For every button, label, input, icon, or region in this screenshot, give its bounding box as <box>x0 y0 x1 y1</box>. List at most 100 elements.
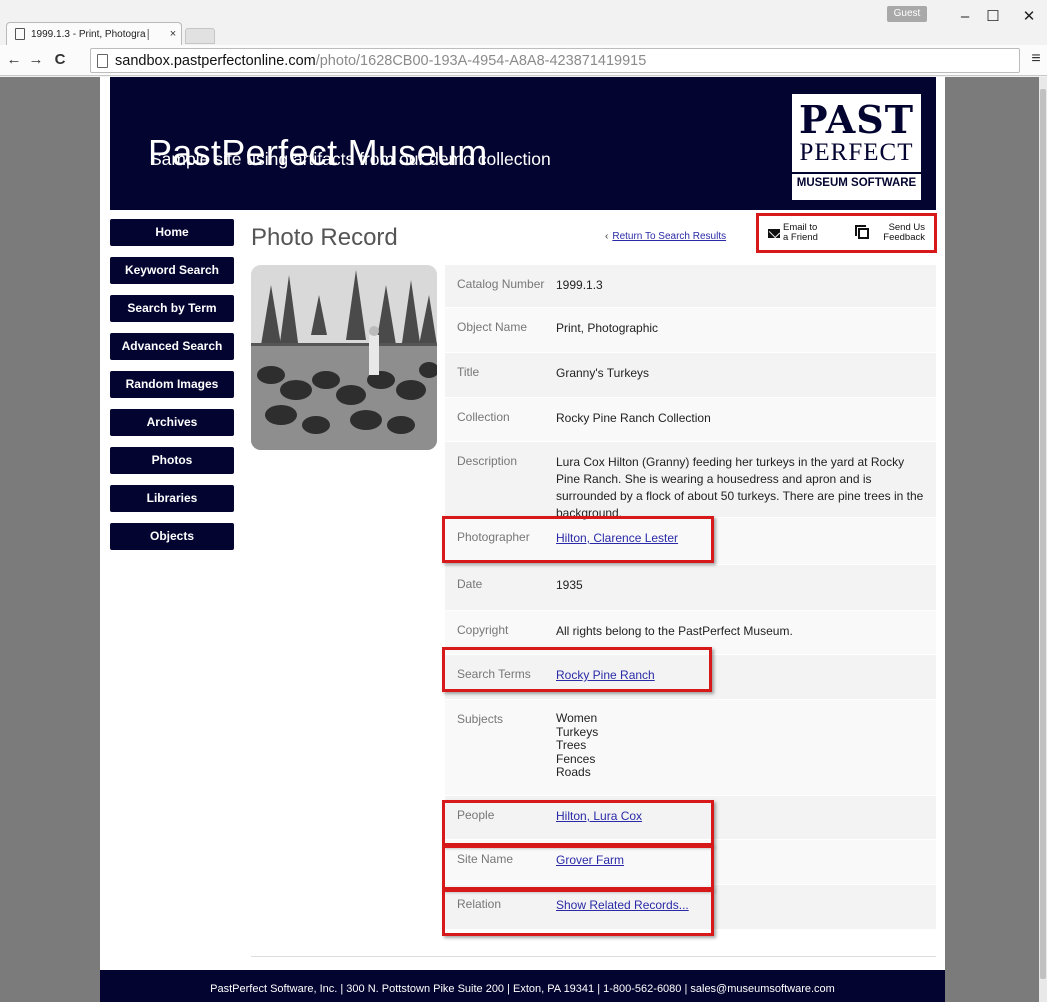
row-label: People <box>457 808 495 822</box>
row-label: Site Name <box>457 852 514 866</box>
email-friend-button[interactable]: Email to a Friend <box>768 223 825 243</box>
row-label: Description <box>457 454 518 468</box>
related-records-link[interactable]: Show Related Records... <box>556 898 689 912</box>
share-actions: Email to a Friend Send Us Feedback <box>756 213 937 253</box>
row-value: Grover Farm <box>556 840 936 884</box>
search-term-link[interactable]: Rocky Pine Ranch <box>556 668 655 682</box>
profile-badge[interactable]: Guest <box>887 6 927 22</box>
forward-icon[interactable]: → <box>26 49 46 71</box>
subject-item: Trees <box>556 738 587 752</box>
row-label: Collection <box>457 410 510 424</box>
page-viewport: PastPerfect Museum Sample site using art… <box>0 77 1047 1002</box>
nav-search-by-term[interactable]: Search by Term <box>110 295 234 322</box>
nav-objects[interactable]: Objects <box>110 523 234 550</box>
row-value: All rights belong to the PastPerfect Mus… <box>556 624 793 638</box>
nav-advanced-search[interactable]: Advanced Search <box>110 333 234 360</box>
subject-item: Women <box>556 711 598 725</box>
record-table: Catalog Number 1999.1.3 Object Name Prin… <box>445 265 936 930</box>
feedback-button[interactable]: Send Us Feedback <box>855 222 925 243</box>
site-name-link[interactable]: Grover Farm <box>556 853 624 867</box>
envelope-icon <box>768 228 780 238</box>
content-divider <box>251 956 936 957</box>
address-bar[interactable]: sandbox.pastperfectonline.com/photo/1628… <box>90 48 1020 73</box>
new-tab-button[interactable] <box>185 28 215 44</box>
page-container: PastPerfect Museum Sample site using art… <box>100 77 945 1002</box>
url-path: /photo/1628CB00-193A-4954-A8A8-423871419… <box>315 52 647 69</box>
row-collection: Collection Rocky Pine Ranch Collection <box>445 398 936 442</box>
record-photo[interactable] <box>251 265 437 450</box>
row-value: Hilton, Lura Cox <box>556 796 936 839</box>
row-subjects: Subjects Women Turkeys Trees Fences Road… <box>445 700 936 796</box>
feedback-icon <box>855 224 869 239</box>
site-header: PastPerfect Museum Sample site using art… <box>110 77 936 210</box>
row-value: 1999.1.3 <box>556 278 603 292</box>
logo-line-past: PAST <box>798 97 914 142</box>
browser-menu-icon[interactable]: ≡ <box>1029 51 1043 67</box>
row-value: Show Related Records... <box>556 885 936 929</box>
back-icon[interactable]: ← <box>4 49 24 71</box>
nav-photos[interactable]: Photos <box>110 447 234 474</box>
row-value: Hilton, Clarence Lester <box>556 518 936 564</box>
tab-title: 1999.1.3 - Print, Photogra│ <box>31 28 152 40</box>
footer-text: PastPerfect Software, Inc. | 300 N. Pott… <box>210 983 835 995</box>
row-label: Date <box>457 577 483 591</box>
logo-line-perfect: PERFECT <box>799 139 914 166</box>
row-search-terms: Search Terms Rocky Pine Ranch <box>445 655 936 700</box>
row-label: Relation <box>457 897 502 911</box>
scrollbar-thumb[interactable] <box>1040 89 1046 979</box>
site-footer: PastPerfect Software, Inc. | 300 N. Pott… <box>100 970 945 1002</box>
row-value: Rocky Pine Ranch <box>556 655 936 699</box>
url-host: sandbox.pastperfectonline.com <box>115 52 316 69</box>
close-window-icon[interactable]: ✕ <box>1017 6 1041 28</box>
left-navigation: Home Keyword Search Search by Term Advan… <box>110 219 234 561</box>
logo-line-museum-software: MUSEUM SOFTWARE <box>792 172 921 189</box>
chevron-left-icon: ‹ <box>605 231 609 242</box>
row-people: People Hilton, Lura Cox <box>445 796 936 840</box>
minimize-icon[interactable]: – <box>953 6 977 28</box>
photographer-link[interactable]: Hilton, Clarence Lester <box>556 531 678 545</box>
subject-item: Roads <box>556 765 591 779</box>
turkeys-photo-image <box>251 265 437 450</box>
row-value: Print, Photographic <box>556 321 659 335</box>
nav-archives[interactable]: Archives <box>110 409 234 436</box>
site-subtitle: Sample site using artifacts from our dem… <box>150 149 551 170</box>
nav-random-images[interactable]: Random Images <box>110 371 234 398</box>
nav-libraries[interactable]: Libraries <box>110 485 234 512</box>
subject-item: Fences <box>556 751 596 766</box>
row-value: Lura Cox Hilton (Granny) feeding her tur… <box>556 455 924 520</box>
browser-tab[interactable]: 1999.1.3 - Print, Photogra│ × <box>6 22 182 45</box>
email-friend-label: Email to a Friend <box>783 222 818 243</box>
row-photographer: Photographer Hilton, Clarence Lester <box>445 518 936 565</box>
people-link[interactable]: Hilton, Lura Cox <box>556 809 642 823</box>
row-date: Date 1935 <box>445 565 936 611</box>
row-title: Title Granny's Turkeys <box>445 353 936 398</box>
row-value: 1935 <box>556 578 583 592</box>
nav-home[interactable]: Home <box>110 219 234 246</box>
browser-toolbar: ← → C sandbox.pastperfectonline.com/phot… <box>0 45 1047 76</box>
tab-close-icon[interactable]: × <box>165 28 181 40</box>
row-label: Subjects <box>457 712 504 726</box>
feedback-label: Send Us Feedback <box>883 222 925 243</box>
row-label: Photographer <box>457 530 530 544</box>
return-link-label: Return To Search Results <box>612 231 727 242</box>
row-label: Title <box>457 365 480 379</box>
row-label: Search Terms <box>457 667 531 681</box>
subject-item: Turkeys <box>556 724 599 739</box>
row-catalog-number: Catalog Number 1999.1.3 <box>445 265 936 308</box>
return-to-results-link[interactable]: ‹ Return To Search Results <box>605 231 726 242</box>
vertical-scrollbar[interactable] <box>1039 77 1047 1002</box>
row-copyright: Copyright All rights belong to the PastP… <box>445 611 936 655</box>
reload-icon[interactable]: C <box>50 49 70 71</box>
nav-keyword-search[interactable]: Keyword Search <box>110 257 234 284</box>
page-title: Photo Record <box>251 224 398 251</box>
maximize-icon[interactable]: ☐ <box>981 6 1005 28</box>
row-label: Copyright <box>457 623 509 637</box>
row-value: Granny's Turkeys <box>556 366 649 380</box>
row-site-name: Site Name Grover Farm <box>445 840 936 885</box>
row-relation: Relation Show Related Records... <box>445 885 936 930</box>
pastperfect-logo[interactable]: PAST PERFECT MUSEUM SOFTWARE <box>790 92 923 202</box>
row-value: Rocky Pine Ranch Collection <box>556 411 711 425</box>
site-subtitle-text: Sample site using artifacts from our dem… <box>150 149 551 169</box>
row-object-name: Object Name Print, Photographic <box>445 308 936 353</box>
row-description: Description Lura Cox Hilton (Granny) fee… <box>445 442 936 520</box>
